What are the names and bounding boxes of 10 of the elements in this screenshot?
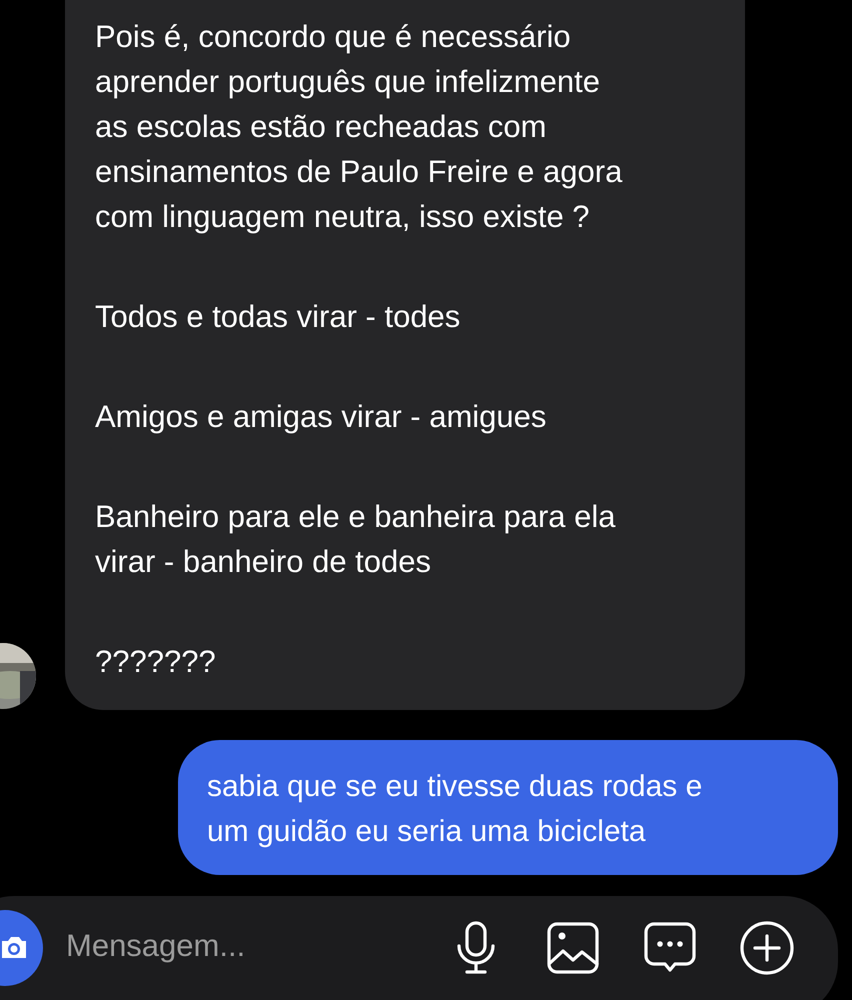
message-text: sabia que se eu tivesse duas rodas e um guidão eu seria uma bicicleta	[207, 769, 704, 850]
message-text: Amigos e amigas virar - amigues	[95, 398, 548, 436]
message-text: Todos e todas virar - todes	[95, 298, 462, 336]
camera-icon	[0, 935, 29, 961]
message-text: ???????	[95, 643, 217, 681]
plus-icon	[739, 920, 795, 976]
message-text: Pois é, concordo que é necessário aprender português que infelizmente as escolas estão recheadas com ensinamentos de Paulo Freire e agora com linguagem neutra, isso existe ?	[95, 18, 624, 236]
message-input[interactable]: Mensagem...	[66, 924, 446, 968]
image-icon	[546, 921, 600, 975]
message-text: Banheiro para ele e banheira para ela virar - banheiro de todes	[95, 498, 616, 581]
